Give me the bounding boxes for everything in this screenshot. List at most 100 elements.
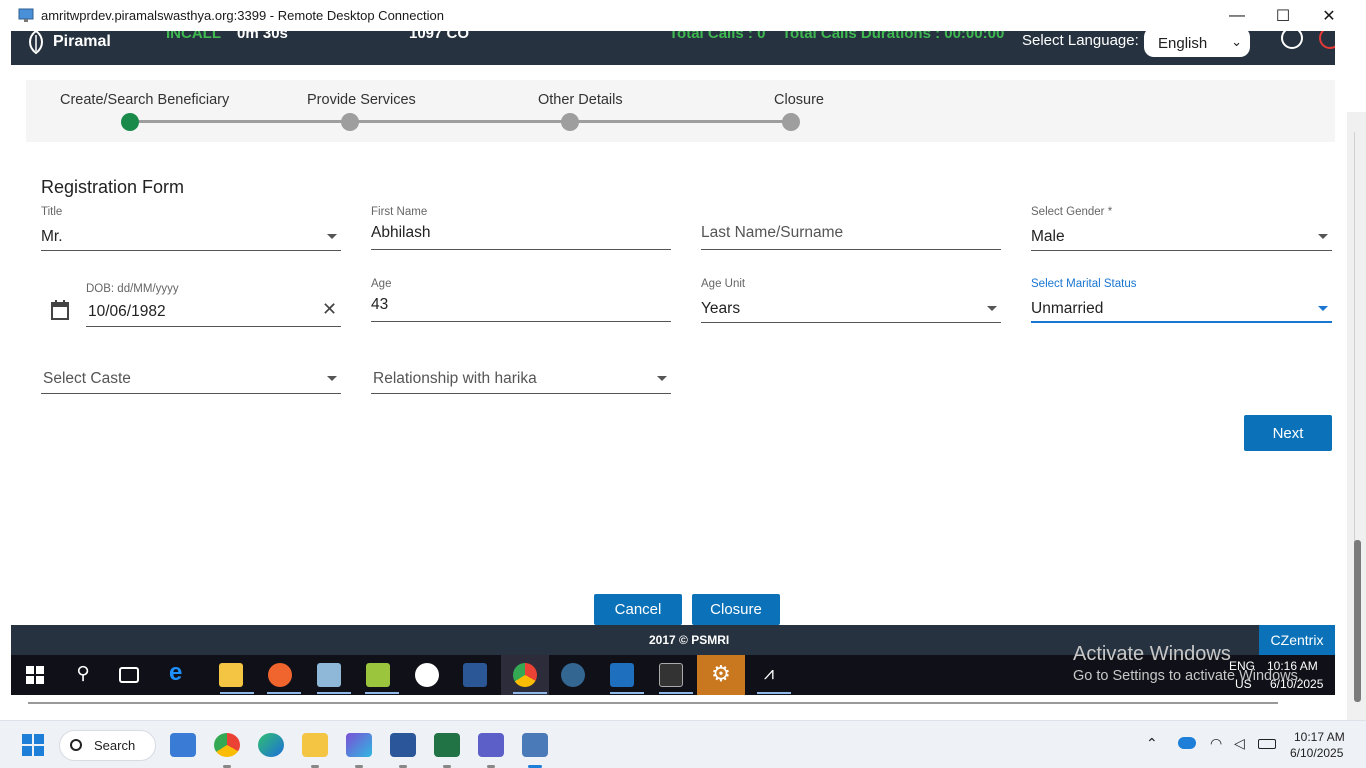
activate-windows-watermark: Activate Windows [1073,643,1231,665]
remote-app-icon[interactable]: ⩘ [757,663,781,687]
host-clock-time[interactable]: 10:17 AM [1294,730,1345,744]
store-icon[interactable] [170,733,196,757]
app-icon[interactable] [317,663,341,687]
relationship-select[interactable]: Relationship with harika [371,364,671,394]
gear-icon[interactable]: ⚙ [709,661,733,686]
step-label-create-search[interactable]: Create/Search Beneficiary [60,92,229,108]
dropdown-arrow-icon [1318,234,1328,239]
clear-icon[interactable]: ✕ [322,299,337,320]
marital-status-select[interactable]: Select Marital Status Unmarried [1031,278,1332,323]
dropdown-arrow-icon [327,234,337,239]
language-select[interactable]: English ⌄ [1144,31,1250,57]
step-dot-provide-services[interactable] [341,113,359,131]
ie-browser-icon[interactable]: e [169,659,193,686]
postgres-icon[interactable] [561,663,585,687]
window-app-icon[interactable] [610,663,634,687]
last-name-field[interactable]: Last Name/Surname [701,206,1001,250]
progress-stepper: Create/Search Beneficiary Provide Servic… [26,80,1335,142]
horizontal-scrollbar[interactable] [28,702,1278,704]
step-dot-create-search[interactable] [121,113,139,131]
search-icon [70,739,82,751]
step-label-closure[interactable]: Closure [774,92,824,108]
chrome-icon[interactable] [513,663,537,687]
stepper-line [130,120,791,123]
logout-icon[interactable] [1319,31,1335,49]
running-indicator [757,692,791,694]
scroll-thumb[interactable] [1354,540,1361,702]
host-clock-date[interactable]: 6/10/2025 [1290,746,1343,760]
registration-form-card: Registration Form Title Mr. First Name A… [26,144,1335,625]
user-icon[interactable] [1281,31,1303,49]
wifi-icon[interactable]: ◠ [1210,735,1222,752]
running-indicator [317,692,351,694]
dob-label: DOB: dd/MM/yyyy [86,283,179,295]
calendar-icon[interactable] [51,300,69,320]
app-header: Piramal INCALL 0m 30s 1097 CO Total Call… [11,31,1335,65]
onedrive-icon[interactable] [1178,737,1196,749]
dropdown-arrow-icon [327,376,337,381]
first-name-value: Abhilash [371,224,431,241]
call-timer: 0m 30s [237,31,288,42]
edge-icon[interactable] [258,733,284,757]
file-explorer-icon[interactable] [219,663,243,687]
file-explorer-icon[interactable] [302,733,328,757]
word-icon[interactable] [390,733,416,757]
next-button[interactable]: Next [1244,415,1332,451]
m365-icon[interactable] [346,733,372,757]
search-icon[interactable]: ⚲ [71,663,95,687]
age-field[interactable]: Age 43 [371,278,671,322]
battery-icon[interactable] [1258,739,1276,749]
step-label-other-details[interactable]: Other Details [538,92,623,108]
chrome-icon[interactable] [214,733,240,757]
teams-icon[interactable] [478,733,504,757]
taskbar-search[interactable]: Search [59,730,156,761]
remote-desktop-icon[interactable] [522,733,548,757]
step-label-provide-services[interactable]: Provide Services [307,92,416,108]
vertical-scrollbar[interactable] [1347,112,1366,720]
chevron-down-icon: ⌄ [1231,34,1242,49]
title-value: Mr. [41,228,63,245]
age-unit-label: Age Unit [701,278,746,290]
step-dot-closure[interactable] [782,113,800,131]
step-dot-other-details[interactable] [561,113,579,131]
dob-field[interactable]: DOB: dd/MM/yyyy 10/06/1982 [86,283,341,327]
mongodb-icon[interactable] [415,663,439,687]
logo-text: Piramal [53,33,111,50]
terminal-icon[interactable] [659,663,683,687]
age-unit-select[interactable]: Age Unit Years [701,278,1001,323]
dob-value: 10/06/1982 [88,303,166,320]
running-indicator [365,692,399,694]
windows-start-icon[interactable] [20,733,46,757]
campaign-name: 1097 CO [409,31,470,42]
form-title: Registration Form [41,177,185,197]
running-indicator [513,692,547,694]
cancel-button[interactable]: Cancel [594,594,682,625]
volume-icon[interactable]: ◁ [1234,735,1245,752]
minimize-button[interactable]: — [1214,0,1260,31]
title-label: Title [41,206,63,218]
mysql-workbench-icon[interactable] [463,663,487,687]
last-name-placeholder: Last Name/Surname [701,224,844,241]
czentrix-badge[interactable]: CZentrix [1259,625,1335,655]
age-label: Age [371,278,392,290]
notepad-icon[interactable] [366,663,390,687]
maximize-button[interactable]: ☐ [1260,0,1306,31]
first-name-field[interactable]: First Name Abhilash [371,206,671,250]
task-view-icon[interactable] [119,667,139,683]
marital-status-label: Select Marital Status [1031,278,1137,290]
excel-icon[interactable] [434,733,460,757]
close-window-button[interactable]: ✕ [1306,0,1352,31]
dropdown-arrow-icon [657,376,667,381]
total-calls-duration: Total Calls Durations : 00:00:00 [782,31,1005,42]
maximize-icon: ☐ [1275,7,1291,25]
gender-select[interactable]: Select Gender * Male [1031,206,1332,251]
age-unit-value: Years [701,300,741,317]
title-select[interactable]: Title Mr. [41,206,341,251]
dropdown-arrow-icon [987,306,997,311]
windows-start-icon[interactable] [23,663,47,687]
postman-icon[interactable] [268,663,292,687]
chevron-up-icon[interactable]: ⌃ [1146,735,1158,752]
caste-select[interactable]: Select Caste [41,364,341,394]
gender-label: Select Gender * [1031,206,1113,218]
closure-button[interactable]: Closure [692,594,780,625]
